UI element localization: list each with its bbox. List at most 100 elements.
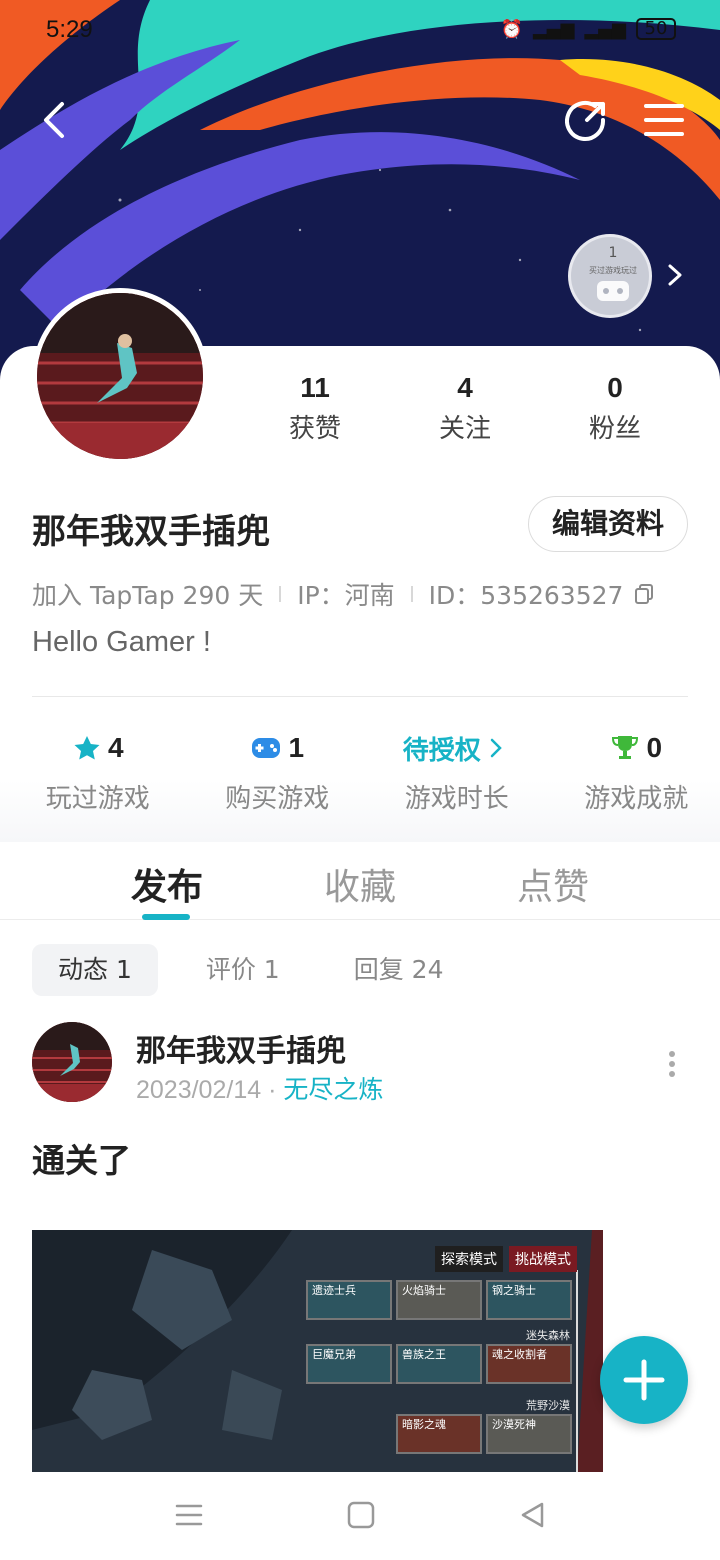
recent-apps-icon[interactable] [174, 1500, 204, 1530]
post-image[interactable]: 探索模式 挑战模式 遗迹士兵 火焰骑士 钢之骑士 迷失森林 巨魔兄弟 兽族之王 … [32, 1230, 603, 1472]
mode-tags: 探索模式 挑战模式 [435, 1246, 577, 1272]
chevron-right-icon [490, 738, 502, 758]
played-games-value-row: 4 [14, 728, 182, 768]
post-text: 通关了 [32, 1141, 131, 1180]
boss-card: 魂之收割者 [486, 1344, 572, 1384]
profile-meta: 加入 TapTap 290 天 IP：河南 ID：535263527 [32, 576, 655, 612]
status-time: 5:29 [46, 16, 93, 43]
play-time-value-row: 待授权 [373, 728, 541, 768]
badge-circle: 1 买过游戏玩过 [568, 234, 652, 318]
zone-label: 迷失森林 [526, 1329, 570, 1342]
achievements[interactable]: 0 游戏成就 [553, 728, 720, 815]
gamepad-icon [252, 738, 281, 758]
home-icon[interactable] [346, 1500, 376, 1530]
boss-card: 沙漠死神 [486, 1414, 572, 1454]
post-date: 2023/02/14 [136, 1076, 262, 1104]
menu-icon[interactable] [642, 100, 686, 140]
post-author[interactable]: 那年我双手插兜 [136, 1026, 346, 1070]
subtabs: 动态 1 评价 1 回复 24 [32, 944, 469, 996]
stat-label: 获赞 [288, 414, 341, 444]
divider [32, 696, 688, 697]
divider [279, 586, 282, 602]
achievements-label: 游戏成就 [584, 784, 689, 814]
chevron-right-icon [668, 264, 682, 286]
avatar[interactable] [32, 288, 208, 464]
stat-following[interactable]: 4 关注 [390, 372, 540, 445]
boss-card: 兽族之王 [396, 1344, 482, 1384]
boss-name: 魂之收割者 [492, 1348, 547, 1361]
level-badge[interactable]: 1 买过游戏玩过 [568, 234, 688, 320]
played-games-value: 4 [107, 732, 124, 763]
tab-favorites[interactable]: 收藏 [324, 858, 396, 910]
ip-location: IP：河南 [297, 581, 395, 610]
badge-number: 1 [608, 245, 618, 261]
boss-card: 巨魔兄弟 [306, 1344, 392, 1384]
boss-name: 钢之骑士 [492, 1284, 536, 1297]
bought-games-value: 1 [288, 732, 305, 763]
played-games-label: 玩过游戏 [45, 784, 150, 814]
stat-value: 4 [457, 372, 473, 403]
mode-explore: 探索模式 [435, 1246, 503, 1272]
alarm-icon: ⏰ [500, 18, 523, 40]
achievements-value-row: 0 [553, 728, 720, 768]
share-icon[interactable] [565, 98, 609, 142]
trophy-icon [612, 736, 639, 759]
wifi-icon: ▂▄▆ [584, 18, 626, 40]
boss-card: 钢之骑士 [486, 1280, 572, 1320]
stat-likes[interactable]: 11 获赞 [240, 372, 390, 445]
subtab-replies[interactable]: 回复 24 [328, 944, 470, 996]
boss-name: 暗影之魂 [402, 1418, 446, 1431]
play-time-value: 待授权 [402, 735, 481, 766]
edit-profile-button[interactable]: 编辑资料 [528, 496, 688, 552]
copy-icon[interactable] [633, 583, 655, 605]
tab-likes[interactable]: 点赞 [517, 858, 589, 910]
tab-indicator [142, 914, 190, 920]
boss-row-1: 遗迹士兵 火焰骑士 钢之骑士 [306, 1280, 572, 1320]
played-games[interactable]: 4 玩过游戏 [14, 728, 182, 815]
badge-caption: 买过游戏玩过 [589, 266, 637, 275]
bought-games-label: 购买游戏 [225, 784, 330, 814]
divider [410, 586, 413, 602]
back-icon[interactable] [36, 100, 76, 140]
boss-name: 遗迹士兵 [312, 1284, 356, 1297]
boss-name: 巨魔兄弟 [312, 1348, 356, 1361]
bio: Hello Gamer ! [32, 626, 211, 658]
game-stats: 4 玩过游戏 1 购买游戏 待授权 游戏时长 0 游戏成就 [0, 728, 720, 815]
bought-games[interactable]: 1 购买游戏 [194, 728, 362, 815]
boss-row-3: 暗影之魂 沙漠死神 [396, 1414, 572, 1454]
post-game-link[interactable]: 无尽之炼 [283, 1075, 383, 1104]
stat-value: 0 [607, 372, 623, 403]
user-id: ID：535263527 [428, 581, 624, 610]
stat-value: 11 [300, 372, 330, 403]
signal-icon: ▂▄▆ [532, 18, 575, 40]
boss-name: 兽族之王 [402, 1348, 446, 1361]
play-time[interactable]: 待授权 游戏时长 [373, 728, 541, 815]
stat-followers[interactable]: 0 粉丝 [540, 372, 690, 445]
boss-name: 沙漠死神 [492, 1418, 536, 1431]
profile-stats: 11 获赞 4 关注 0 粉丝 [240, 372, 720, 445]
status-icons: ⏰ ▂▄▆ ▂▄▆ 50 [501, 18, 676, 40]
subtab-moments[interactable]: 动态 1 [32, 944, 158, 996]
boss-row-2: 巨魔兄弟 兽族之王 魂之收割者 [306, 1344, 572, 1384]
boss-card: 遗迹士兵 [306, 1280, 392, 1320]
achievements-value: 0 [646, 732, 663, 763]
joined-days: 加入 TapTap 290 天 [32, 581, 264, 610]
status-bar: 5:29 ⏰ ▂▄▆ ▂▄▆ 50 [0, 0, 720, 64]
plus-icon [623, 1359, 665, 1401]
avatar-image [32, 1022, 112, 1102]
tab-publish[interactable]: 发布 [131, 858, 203, 910]
stat-label: 关注 [438, 414, 491, 444]
boss-name: 火焰骑士 [402, 1284, 446, 1297]
post-avatar[interactable] [32, 1022, 112, 1102]
more-options-icon[interactable] [662, 1050, 682, 1078]
zone-label: 荒野沙漠 [526, 1399, 570, 1412]
stat-label: 粉丝 [588, 414, 641, 444]
content-tabs: 发布 收藏 点赞 [0, 846, 720, 920]
play-time-label: 游戏时长 [404, 784, 509, 814]
avatar-image [37, 293, 203, 459]
boss-card: 火焰骑士 [396, 1280, 482, 1320]
star-icon [74, 736, 100, 760]
create-post-button[interactable] [600, 1336, 688, 1424]
subtab-reviews[interactable]: 评价 1 [180, 944, 306, 996]
back-nav-icon[interactable] [518, 1500, 548, 1530]
